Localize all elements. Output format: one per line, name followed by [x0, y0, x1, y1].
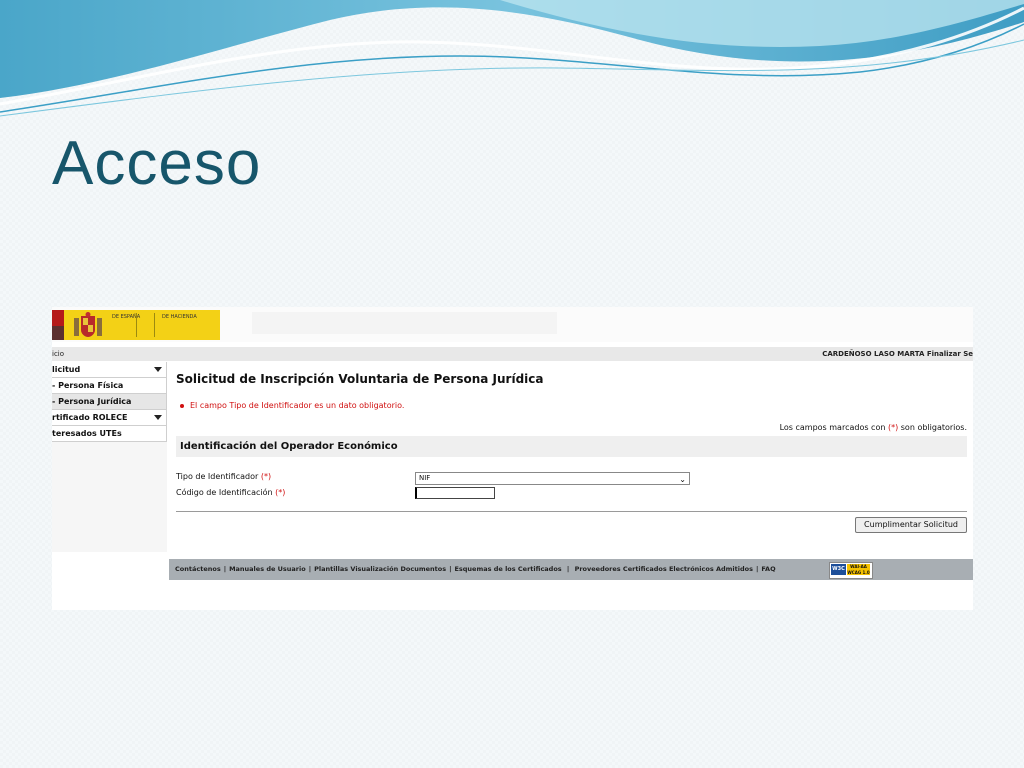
footer: Contáctenos | Manuales de Usuario | Plantill… [169, 559, 973, 580]
chevron-down-icon [154, 367, 162, 372]
required-fields-note: Los campos marcados con (*) son obligato… [780, 423, 967, 432]
required-note-suffix: son obligatorios. [900, 423, 967, 432]
sidebar-item-label: rtificado ROLECE [52, 413, 128, 422]
footer-link-esquemas[interactable]: Esquemas de los Certificados [454, 565, 561, 573]
sidebar-item-label: licitud [52, 365, 81, 374]
sidebar-item-label: teresados UTEs [52, 429, 122, 438]
top-bar: icio CARDEÑOSO LASO MARTA Finalizar Se [52, 347, 973, 361]
required-mark: (*) [260, 472, 272, 481]
tipo-label-text: Tipo de Identificador [176, 472, 259, 481]
footer-link-plantillas[interactable]: Plantillas Visualización Documentos [314, 565, 446, 573]
sidebar-item-solicitud[interactable]: licitud [52, 362, 167, 378]
footer-link-faq[interactable]: FAQ [761, 565, 775, 573]
sidebar: licitud - Persona Física - Persona Juríd… [52, 362, 167, 442]
wai-aa-label: WAI-AA WCAG 1.0 [847, 564, 870, 575]
required-note-prefix: Los campos marcados con [779, 423, 886, 432]
error-text: El campo Tipo de Identificador es un dat… [190, 401, 405, 410]
sidebar-item-persona-juridica[interactable]: - Persona Jurídica [52, 394, 167, 410]
sidebar-item-certificado-rolece[interactable]: rtificado ROLECE [52, 410, 167, 426]
sidebar-item-persona-fisica[interactable]: - Persona Física [52, 378, 167, 394]
wai-aa-badge[interactable]: W3C WAI-AA WCAG 1.0 [829, 562, 873, 579]
codigo-identificacion-input[interactable] [415, 487, 495, 499]
header-blank-area [252, 312, 557, 334]
bullet-icon [180, 403, 184, 408]
error-message: El campo Tipo de Identificador es un dat… [180, 401, 404, 410]
tipo-identificador-select[interactable]: NIF ⌄ [415, 472, 690, 485]
tipo-select-value: NIF [419, 474, 431, 482]
sidebar-item-label: - Persona Física [52, 381, 124, 390]
section-header: Identificación del Operador Económico [176, 436, 967, 457]
footer-links: Contáctenos | Manuales de Usuario | Plantill… [175, 565, 776, 573]
cumplimentar-solicitud-button[interactable]: Cumplimentar Solicitud [855, 517, 967, 533]
sidebar-item-label: - Persona Jurídica [52, 397, 132, 406]
footer-link-proveedores[interactable]: Proveedores Certificados Electrónicos Ad… [575, 565, 753, 573]
footer-link-contactenos[interactable]: Contáctenos [175, 565, 221, 573]
wcag-text: WCAG 1.0 [847, 569, 870, 575]
user-session[interactable]: CARDEÑOSO LASO MARTA Finalizar Se [822, 347, 973, 361]
breadcrumb[interactable]: icio [52, 347, 64, 361]
required-mark: (*) [275, 488, 286, 497]
page-title: Solicitud de Inscripción Voluntaria de P… [176, 372, 544, 386]
coat-of-arms-icon [74, 312, 102, 337]
sidebar-item-interesados-utes[interactable]: teresados UTEs [52, 426, 167, 442]
chevron-down-icon [154, 415, 162, 420]
required-mark: (*) [887, 423, 899, 432]
ministry-logo: DE ESPAÑA DE HACIENDA [52, 310, 220, 340]
wai-text: WAI-AA [850, 564, 867, 569]
logo-text-2: DE HACIENDA [162, 314, 197, 320]
w3c-logo: W3C [831, 564, 846, 575]
chevron-down-icon: ⌄ [679, 475, 686, 484]
tipo-identificador-label: Tipo de Identificador (*) [176, 472, 271, 481]
slide-title: Acceso [52, 129, 262, 198]
decorative-waves [0, 0, 1024, 117]
application-screenshot: DE ESPAÑA DE HACIENDA icio CARDEÑOSO LAS… [52, 307, 973, 610]
footer-link-manuales[interactable]: Manuales de Usuario [229, 565, 306, 573]
divider [176, 511, 967, 512]
codigo-label-text: Código de Identificación [176, 488, 273, 497]
codigo-identificacion-label: Código de Identificación (*) [176, 488, 285, 497]
